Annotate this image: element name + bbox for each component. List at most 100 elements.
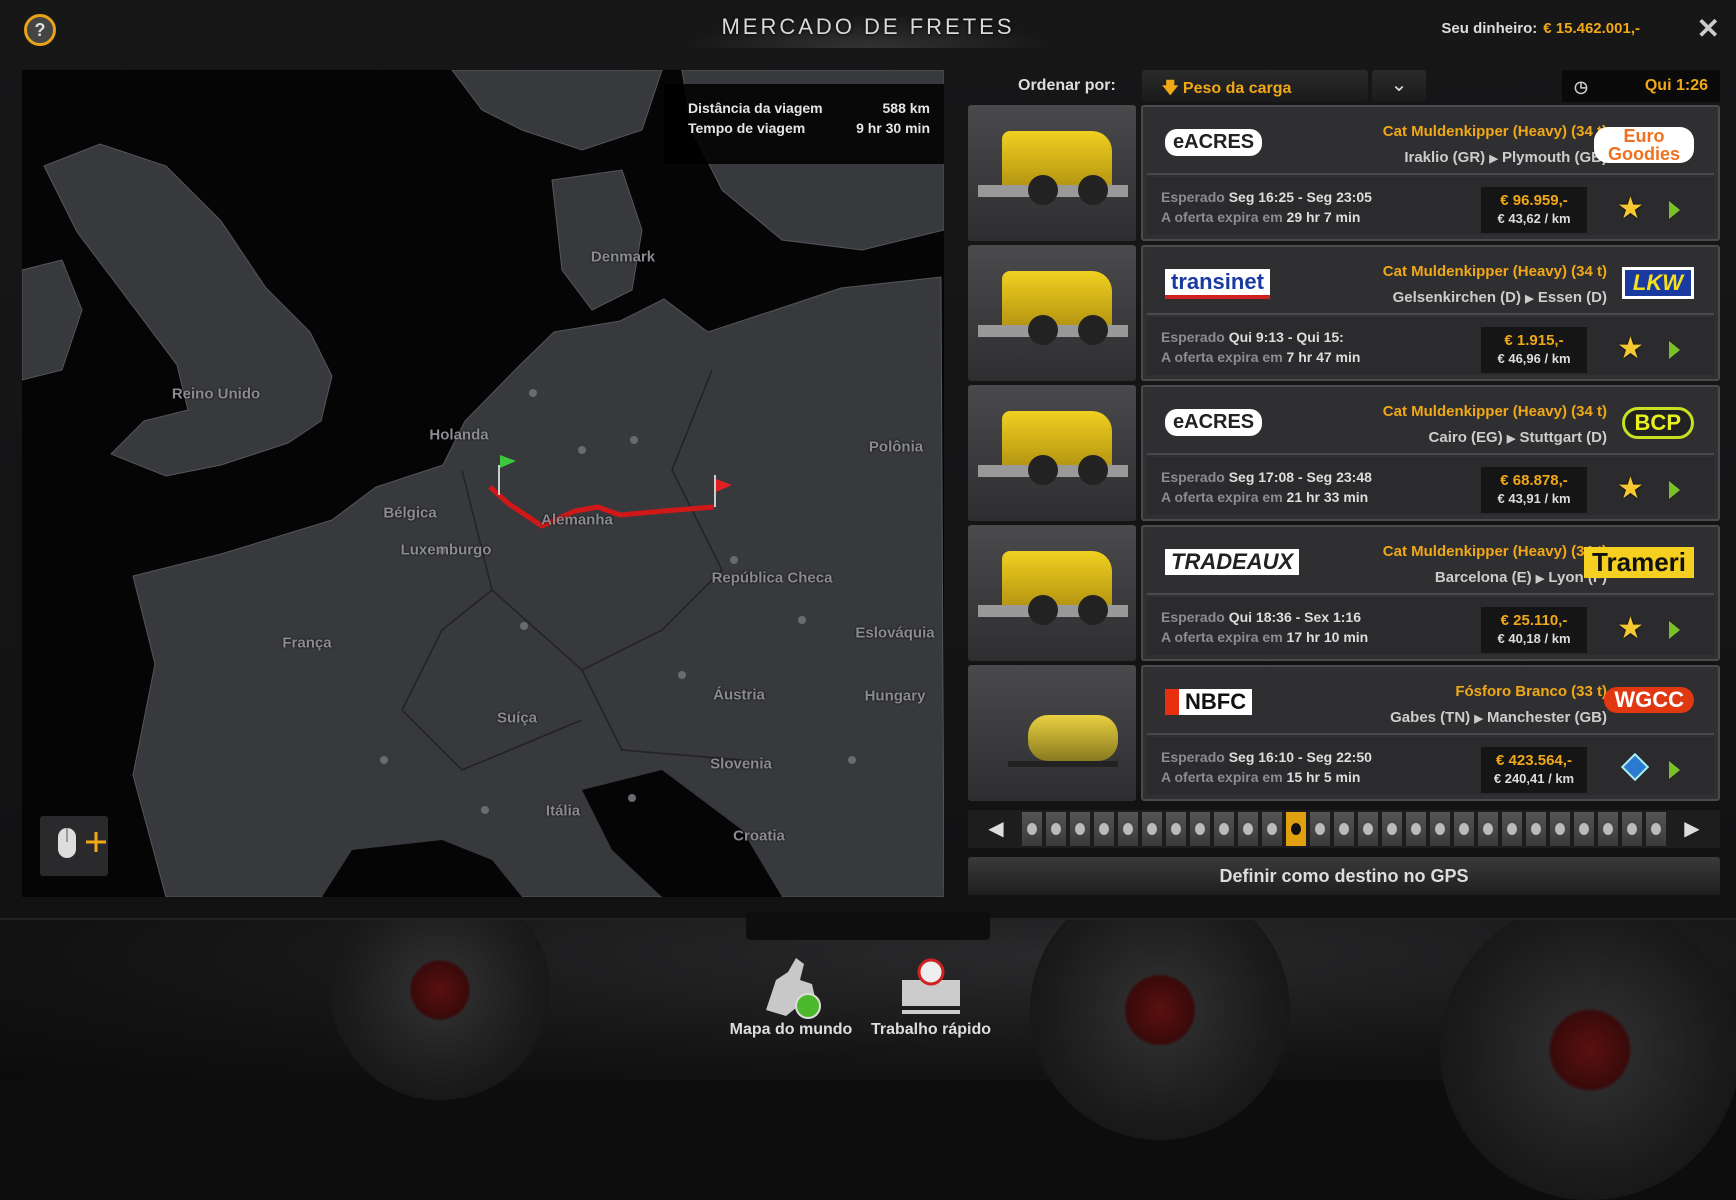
pager-dot[interactable] bbox=[1070, 812, 1090, 846]
route-arrow-icon: ▶ bbox=[1474, 713, 1483, 725]
pager-dot[interactable] bbox=[1190, 812, 1210, 846]
pager-dot[interactable] bbox=[1142, 812, 1162, 846]
pager-dot[interactable] bbox=[1358, 812, 1378, 846]
expected-time: Seg 16:10 - Seg 22:50 bbox=[1228, 749, 1372, 765]
map-label: Bélgica bbox=[383, 504, 437, 522]
map-label: Reino Unido bbox=[171, 385, 261, 403]
job-card[interactable]: eACRES Cat Muldenkipper (Heavy) (34 t) I… bbox=[1141, 105, 1720, 241]
bottom-bar bbox=[746, 912, 990, 940]
star-icon[interactable]: ★ bbox=[1617, 191, 1644, 226]
map-label: Hungary bbox=[864, 687, 926, 705]
cargo-name: Fósforo Branco (33 t) bbox=[1455, 683, 1607, 700]
star-icon[interactable]: ★ bbox=[1617, 611, 1644, 646]
pager-dot[interactable] bbox=[1430, 812, 1450, 846]
star-icon[interactable]: ★ bbox=[1617, 331, 1644, 366]
price-per-km: € 40,18 / km bbox=[1497, 631, 1571, 646]
offer-expires-label: A oferta expira em bbox=[1161, 209, 1283, 225]
pager-dot[interactable] bbox=[1046, 812, 1066, 846]
route-from: Cairo (EG) bbox=[1428, 429, 1503, 446]
pager-dot[interactable] bbox=[1262, 812, 1282, 846]
pager-dot[interactable] bbox=[1166, 812, 1186, 846]
quick-job-button[interactable]: Trabalho rápido bbox=[866, 950, 996, 1040]
pager-dot[interactable] bbox=[1238, 812, 1258, 846]
pager-dot[interactable] bbox=[1094, 812, 1114, 846]
sort-label: Ordenar por: bbox=[1018, 77, 1116, 94]
pager-dot[interactable] bbox=[1454, 812, 1474, 846]
map-label: Croatia bbox=[733, 827, 785, 845]
job-list: eACRES Cat Muldenkipper (Heavy) (34 t) I… bbox=[968, 105, 1720, 805]
job-card[interactable]: TRADEAUX Cat Muldenkipper (Heavy) (34 t)… bbox=[1141, 525, 1720, 661]
map-controls[interactable] bbox=[40, 816, 108, 876]
pager-prev-button[interactable]: ◀ bbox=[976, 812, 1016, 846]
price-per-km: € 46,96 / km bbox=[1497, 351, 1571, 366]
trailer-thumbnail bbox=[968, 665, 1136, 801]
pager-dot[interactable] bbox=[1406, 812, 1426, 846]
pager-dot[interactable] bbox=[1214, 812, 1234, 846]
route-arrow-icon: ▶ bbox=[1489, 153, 1498, 165]
job-card[interactable]: transinet Cat Muldenkipper (Heavy) (34 t… bbox=[1141, 245, 1720, 381]
sort-select[interactable]: 🡇 Peso da carga bbox=[1142, 70, 1368, 102]
pager-dot[interactable] bbox=[1502, 812, 1522, 846]
select-job-arrow-icon[interactable] bbox=[1669, 761, 1680, 779]
select-job-arrow-icon[interactable] bbox=[1669, 481, 1680, 499]
cargo-name: Cat Muldenkipper (Heavy) (34 t) bbox=[1382, 263, 1607, 280]
pager-dot[interactable] bbox=[1478, 812, 1498, 846]
map-label: Áustria bbox=[713, 686, 765, 704]
help-button[interactable]: ? bbox=[24, 14, 56, 46]
job-times: Esperado Qui 18:36 - Sex 1:16 A oferta e… bbox=[1161, 607, 1368, 647]
pager-dot[interactable] bbox=[1526, 812, 1546, 846]
job-card[interactable]: eACRES Cat Muldenkipper (Heavy) (34 t) C… bbox=[1141, 385, 1720, 521]
map-label: Slovenia bbox=[710, 755, 772, 773]
map-label: República Checa bbox=[711, 569, 833, 587]
game-clock: ◷ Qui 1:26 bbox=[1562, 70, 1720, 102]
source-company-logo: NBFC bbox=[1165, 689, 1253, 715]
price-per-km: € 43,62 / km bbox=[1497, 211, 1571, 226]
pager-next-button[interactable]: ▶ bbox=[1672, 812, 1712, 846]
sort-dropdown-button[interactable]: ⌄ bbox=[1372, 70, 1426, 102]
quick-job-icon bbox=[902, 958, 960, 1014]
map-label: Suíça bbox=[496, 709, 538, 727]
route-map[interactable]: Denmark Reino Unido Holanda Polônia Bélgica A… bbox=[22, 70, 944, 897]
expected-time: Qui 9:13 - Qui 15: bbox=[1228, 329, 1344, 345]
select-job-arrow-icon[interactable] bbox=[1669, 201, 1680, 219]
pager-dot[interactable] bbox=[1598, 812, 1618, 846]
job-price: € 96.959,- bbox=[1500, 192, 1568, 209]
trailer-thumbnail bbox=[968, 525, 1136, 661]
star-icon[interactable]: ★ bbox=[1617, 471, 1644, 506]
job-row[interactable]: NBFC Fósforo Branco (33 t) Gabes (TN) ▶ … bbox=[968, 665, 1720, 804]
pager-dot[interactable] bbox=[1118, 812, 1138, 846]
expected-time: Qui 18:36 - Sex 1:16 bbox=[1228, 609, 1361, 625]
job-times: Esperado Seg 16:25 - Seg 23:05 A oferta … bbox=[1161, 187, 1372, 227]
trailer-thumbnail bbox=[968, 245, 1136, 381]
close-button[interactable]: ✕ bbox=[1697, 12, 1720, 45]
set-gps-destination-button[interactable]: Definir como destino no GPS bbox=[968, 857, 1720, 895]
pager-dot[interactable] bbox=[1574, 812, 1594, 846]
map-label: Denmark bbox=[590, 248, 656, 266]
offer-expires-time: 29 hr 7 min bbox=[1286, 209, 1361, 225]
pager-dot[interactable] bbox=[1334, 812, 1354, 846]
job-row[interactable]: eACRES Cat Muldenkipper (Heavy) (34 t) I… bbox=[968, 105, 1720, 244]
pager-dot-current[interactable] bbox=[1286, 812, 1306, 846]
expected-label: Esperado bbox=[1161, 749, 1225, 765]
route-to: Manchester (GB) bbox=[1486, 709, 1607, 726]
select-job-arrow-icon[interactable] bbox=[1669, 621, 1680, 639]
job-row[interactable]: TRADEAUX Cat Muldenkipper (Heavy) (34 t)… bbox=[968, 525, 1720, 664]
offer-expires-label: A oferta expira em bbox=[1161, 349, 1283, 365]
quick-job-label: Trabalho rápido bbox=[870, 1021, 991, 1038]
job-card[interactable]: NBFC Fósforo Branco (33 t) Gabes (TN) ▶ … bbox=[1141, 665, 1720, 801]
job-row[interactable]: transinet Cat Muldenkipper (Heavy) (34 t… bbox=[968, 245, 1720, 384]
select-job-arrow-icon[interactable] bbox=[1669, 341, 1680, 359]
pager-dot[interactable] bbox=[1622, 812, 1642, 846]
job-row[interactable]: eACRES Cat Muldenkipper (Heavy) (34 t) C… bbox=[968, 385, 1720, 524]
pager-dot[interactable] bbox=[1646, 812, 1666, 846]
pager-dot[interactable] bbox=[1022, 812, 1042, 846]
europe-map-icon bbox=[766, 958, 821, 1019]
land-uk bbox=[43, 143, 333, 477]
pager-dot[interactable] bbox=[1382, 812, 1402, 846]
destination-company-logo: LKW bbox=[1621, 267, 1694, 299]
money-label: Seu dinheiro: bbox=[1441, 20, 1538, 37]
offer-expires-label: A oferta expira em bbox=[1161, 489, 1283, 505]
pager-dot[interactable] bbox=[1310, 812, 1330, 846]
pager-dot[interactable] bbox=[1550, 812, 1570, 846]
world-map-button[interactable]: Mapa do mundo bbox=[726, 950, 856, 1040]
